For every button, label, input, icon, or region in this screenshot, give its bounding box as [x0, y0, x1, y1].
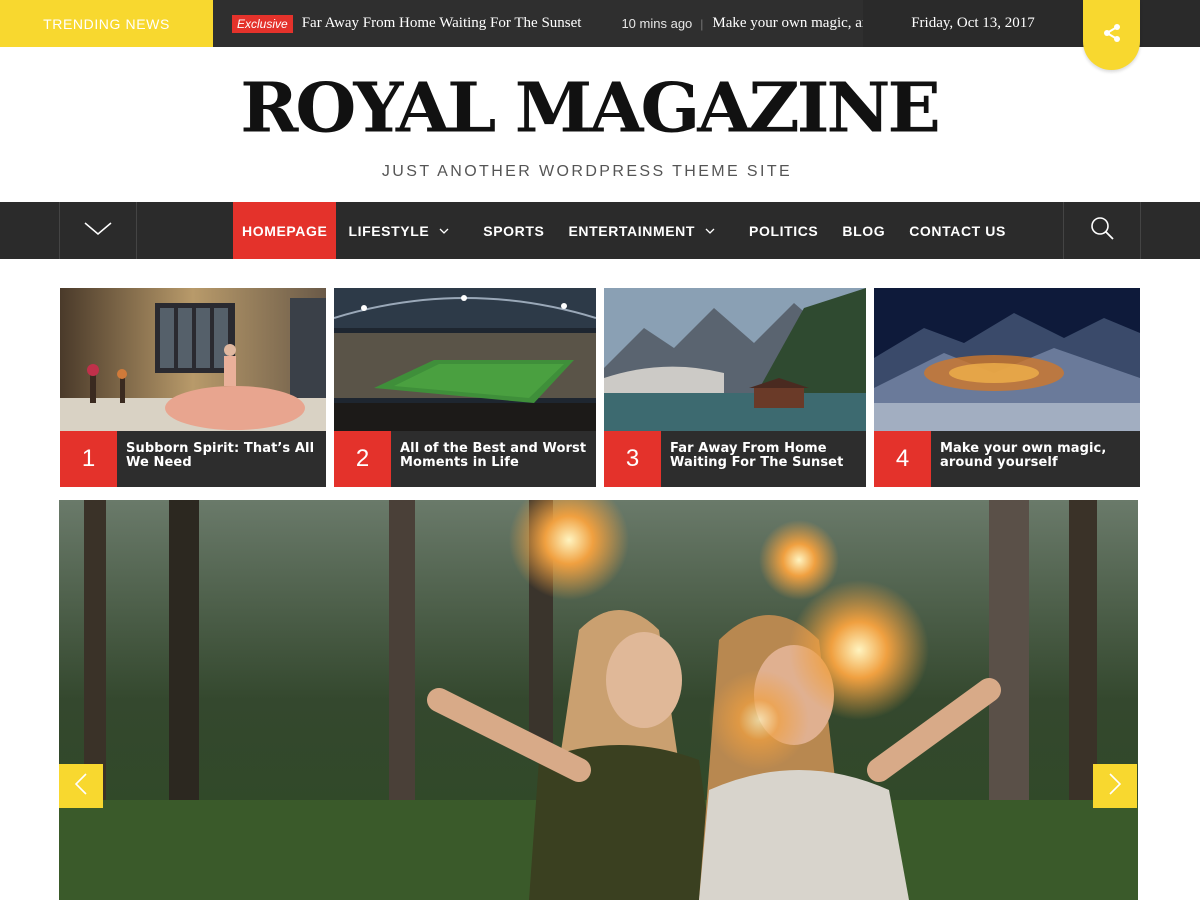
featured-post-card[interactable]: 3 Far Away From Home Waiting For The Sun…: [604, 288, 866, 487]
ticker-headline-link[interactable]: Make your own magic, around yourself: [712, 15, 863, 32]
post-title-link[interactable]: Make your own magic, around yourself: [940, 442, 1132, 470]
hero-slide-image: [59, 500, 1138, 900]
nav-menu: HOMEPAGE LIFESTYLE SPORTS ENTERTAINMENT …: [233, 202, 1018, 259]
exclusive-badge: Exclusive: [232, 14, 293, 33]
featured-post-image: [334, 288, 596, 431]
share-icon: [1102, 23, 1122, 48]
chevron-down-icon: [84, 220, 112, 241]
slider-prev-button[interactable]: [59, 764, 103, 808]
site-title-logo[interactable]: ROYAL MAGAZINE: [0, 67, 1178, 148]
nav-item-lifestyle[interactable]: LIFESTYLE: [336, 202, 471, 259]
featured-post-image: [874, 288, 1140, 431]
post-rank-number: 1: [60, 431, 117, 487]
menu-toggle-button[interactable]: [59, 202, 137, 259]
post-title-link[interactable]: Subborn Spirit: That’s All We Need: [126, 442, 318, 470]
nav-item-blog[interactable]: BLOG: [830, 202, 897, 259]
search-button[interactable]: [1063, 202, 1141, 259]
post-title-link[interactable]: All of the Best and Worst Moments in Lif…: [400, 442, 588, 470]
main-navigation: HOMEPAGE LIFESTYLE SPORTS ENTERTAINMENT …: [0, 202, 1200, 259]
ticker-headline-link[interactable]: Far Away From Home Waiting For The Sunse…: [302, 15, 582, 32]
site-tagline: JUST ANOTHER WORDPRESS THEME SITE: [381, 163, 793, 180]
post-rank-number: 4: [874, 431, 931, 487]
slider-next-button[interactable]: [1093, 764, 1137, 808]
post-rank-number: 3: [604, 431, 661, 487]
share-button[interactable]: [1083, 0, 1140, 70]
nav-item-sports[interactable]: SPORTS: [471, 202, 556, 259]
ticker-separator: |: [700, 16, 704, 31]
nav-item-politics[interactable]: POLITICS: [737, 202, 830, 259]
ticker-timestamp: 10 mins ago: [621, 16, 693, 31]
post-title-link[interactable]: Far Away From Home Waiting For The Sunse…: [670, 442, 858, 470]
chevron-down-icon: [439, 228, 449, 234]
hero-slider[interactable]: [59, 500, 1138, 900]
featured-post-card[interactable]: 4 Make your own magic, around yourself: [874, 288, 1140, 487]
featured-post-card[interactable]: 1 Subborn Spirit: That’s All We Need: [60, 288, 326, 487]
chevron-right-icon: [1108, 772, 1122, 800]
current-date: Friday, Oct 13, 2017: [863, 0, 1083, 47]
chevron-left-icon: [74, 772, 88, 800]
search-icon: [1090, 216, 1114, 245]
nav-item-contact-us[interactable]: CONTACT US: [897, 202, 1018, 259]
featured-post-image: [60, 288, 326, 431]
chevron-down-icon: [705, 228, 715, 234]
featured-post-card[interactable]: 2 All of the Best and Worst Moments in L…: [334, 288, 596, 487]
post-rank-number: 2: [334, 431, 391, 487]
news-ticker: Exclusive Far Away From Home Waiting For…: [213, 0, 863, 47]
trending-news-label: TRENDING NEWS: [0, 0, 213, 47]
nav-item-homepage[interactable]: HOMEPAGE: [233, 202, 337, 259]
nav-item-entertainment[interactable]: ENTERTAINMENT: [556, 202, 737, 259]
featured-post-image: [604, 288, 866, 431]
top-bar: TRENDING NEWS Exclusive Far Away From Ho…: [0, 0, 1200, 47]
